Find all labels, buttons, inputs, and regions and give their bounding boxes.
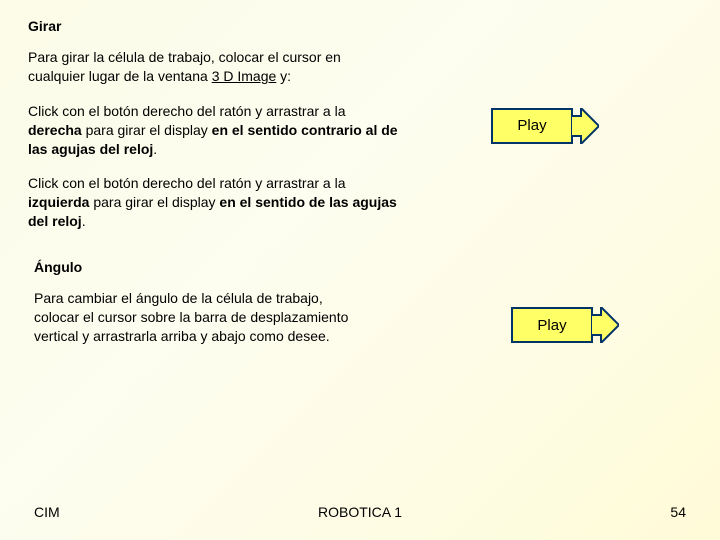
footer-left: CIM [34, 504, 60, 520]
text: y: [276, 68, 291, 84]
play-button-2[interactable]: Play [511, 307, 618, 343]
play-label: Play [491, 108, 572, 144]
text: Click con el botón derecho del ratón y a… [28, 103, 346, 119]
text-bold: izquierda [28, 194, 89, 210]
play-label: Play [511, 307, 592, 343]
text-bold: derecha [28, 122, 82, 138]
play-button-1[interactable]: Play [491, 108, 598, 144]
footer: CIM ROBOTICA 1 54 [0, 504, 720, 520]
text-underline: 3 D Image [212, 68, 277, 84]
text: para girar el display [89, 194, 219, 210]
footer-page-number: 54 [670, 504, 686, 520]
text: Para girar la célula de trabajo, colocar… [28, 49, 341, 84]
text: Click con el botón derecho del ratón y a… [28, 175, 346, 191]
text: para girar el display [82, 122, 212, 138]
row-play2: Para cambiar el ángulo de la célula de t… [34, 289, 686, 362]
para-right-drag: Click con el botón derecho del ratón y a… [28, 102, 398, 159]
para-angulo: Para cambiar el ángulo de la célula de t… [34, 289, 364, 346]
arrow-right-icon [571, 108, 599, 144]
section-angulo: Ángulo Para cambiar el ángulo de la célu… [0, 259, 720, 362]
section-girar: Girar Para girar la célula de trabajo, c… [0, 0, 720, 231]
heading-girar: Girar [28, 18, 692, 34]
arrow-right-icon [591, 307, 619, 343]
para-intro: Para girar la célula de trabajo, colocar… [28, 48, 398, 86]
text: . [82, 213, 86, 229]
para-left-drag: Click con el botón derecho del ratón y a… [28, 174, 398, 231]
row-play1: Click con el botón derecho del ratón y a… [28, 102, 692, 175]
text: . [153, 141, 157, 157]
footer-center: ROBOTICA 1 [318, 504, 402, 520]
heading-angulo: Ángulo [34, 259, 686, 275]
